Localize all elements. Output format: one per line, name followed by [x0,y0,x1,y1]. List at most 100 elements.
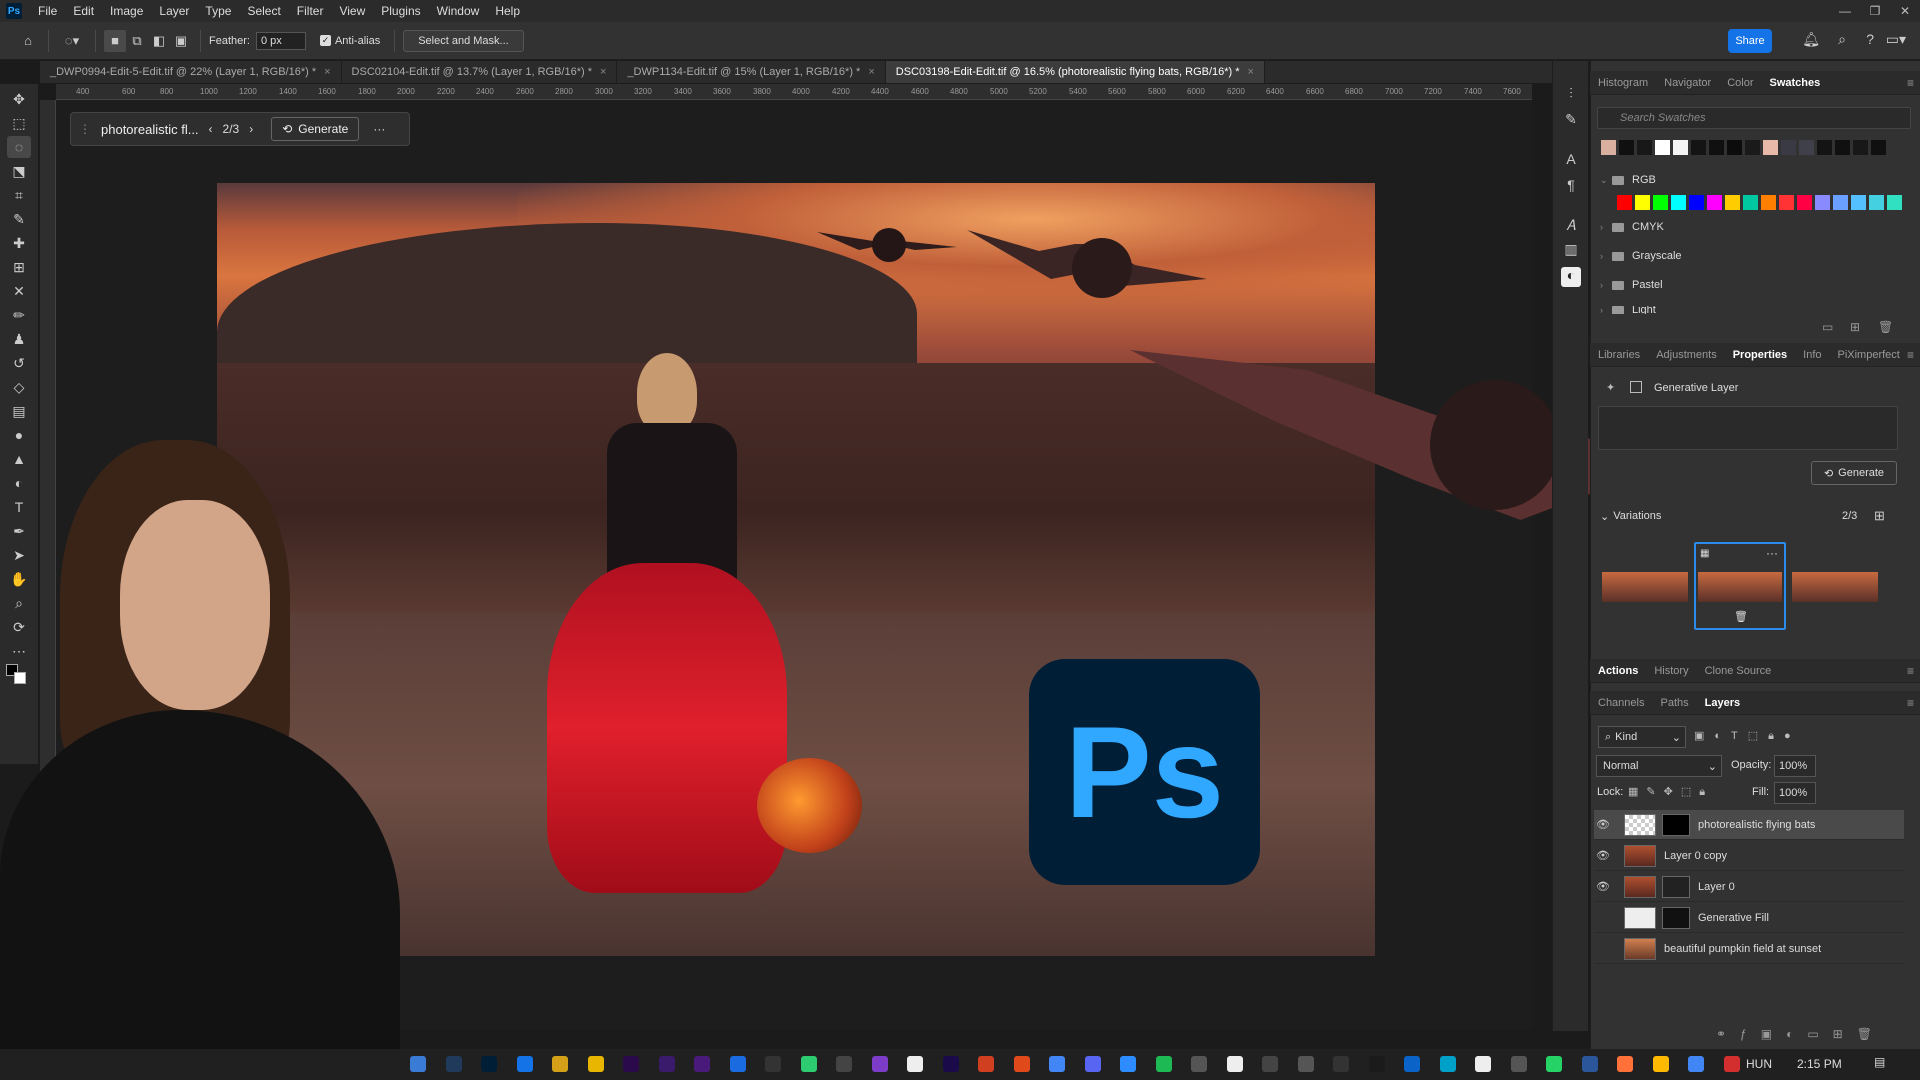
taskbar-app-icon[interactable] [623,1056,639,1072]
menu-view[interactable]: View [331,0,373,22]
eyedropper-tool-icon[interactable]: ✎ [7,208,31,230]
taskbar-app-icon[interactable] [1404,1056,1420,1072]
gradient-tool-icon[interactable]: ▤ [7,400,31,422]
close-tab-icon[interactable]: × [600,66,606,78]
taskbar-app-icon[interactable] [1084,1056,1101,1072]
color-swatch[interactable] [1869,195,1884,210]
more-options-icon[interactable]: ··· [1766,546,1778,560]
color-swatch[interactable] [1617,195,1632,210]
opacity-input[interactable]: 100% [1774,755,1816,777]
taskbar-app-icon[interactable] [1262,1056,1278,1072]
panel-menu-icon[interactable]: ≡ [1907,76,1914,90]
restore-icon[interactable]: ❐ [1860,0,1890,22]
taskbar-app-icon[interactable] [1333,1056,1349,1072]
taskbar-app-icon[interactable] [1226,1056,1243,1072]
notifications-bell-icon[interactable]: 🔔︎ [1802,31,1820,48]
crop-tool-icon[interactable]: ⌗ [7,184,31,206]
layer-mask-thumbnail[interactable] [1662,813,1690,836]
taskbar-app-icon[interactable] [836,1056,852,1072]
layer-mask-thumbnail[interactable] [1662,875,1690,898]
document-tab[interactable]: _DWP0994-Edit-5-Edit.tif @ 22% (Layer 1,… [40,61,342,83]
menu-edit[interactable]: Edit [65,0,102,22]
eye-icon[interactable]: 👁︎ [1594,849,1612,862]
layer-filter-icons[interactable]: ▣◐T⬚🔒︎● [1694,729,1801,743]
tab-swatches[interactable]: Swatches [1762,71,1829,95]
lock-icons[interactable]: ▦✎✥⬚🔒︎ [1628,785,1713,799]
grid-view-icon[interactable]: ⊞ [1874,508,1885,524]
menu-help[interactable]: Help [487,0,528,22]
layer-row[interactable]: 👁︎ photorealistic flying bats [1594,810,1904,840]
generate-button[interactable]: ⟲ Generate [271,117,360,141]
tab-layers[interactable]: Layers [1697,691,1748,715]
color-swatch[interactable] [1709,140,1724,155]
taskbar-app-icon[interactable] [1723,1056,1740,1072]
tab-clone-source[interactable]: Clone Source [1697,659,1780,683]
taskbar-app-icon[interactable] [907,1056,923,1072]
trash-icon[interactable]: 🗑︎ [1734,610,1748,623]
taskbar-app-icon[interactable] [445,1056,462,1072]
variations-header[interactable]: ⌄ Variations [1600,510,1661,523]
color-swatch[interactable] [1781,140,1796,155]
properties-generate-button[interactable]: ⟲ Generate [1811,461,1897,485]
taskbar-app-icon[interactable] [729,1056,746,1072]
taskbar-app-icon[interactable] [1510,1056,1527,1072]
panel-menu-icon[interactable]: ≡ [1907,664,1914,678]
swatch-folder-pastel[interactable]: › Pastel [1600,279,1663,291]
variation-thumbnail[interactable] [1792,572,1878,602]
panel-menu-icon[interactable]: ≡ [1907,348,1914,362]
eye-icon[interactable]: 👁︎ [1594,818,1612,831]
object-selection-tool-icon[interactable]: ⬔ [7,160,31,182]
taskbar-app-icon[interactable] [1652,1056,1669,1072]
clone-stamp-tool-icon[interactable]: ♟ [7,328,31,350]
marquee-tool-icon[interactable]: ⬚ [7,112,31,134]
discover-icon[interactable]: ◐ [1561,267,1581,287]
variation-thumbnail[interactable] [1602,572,1688,602]
glyphs-icon[interactable]: 𝐴 [1561,217,1581,237]
layers-footer-icons[interactable]: ⚭ƒ▣◐▭⊞🗑︎ [1716,1027,1886,1041]
color-swatch[interactable] [1671,195,1686,210]
color-swatch[interactable] [1779,195,1794,210]
new-group-icon[interactable]: ▭ [1822,320,1833,334]
color-swatch[interactable] [1887,195,1902,210]
menu-image[interactable]: Image [102,0,151,22]
menu-type[interactable]: Type [197,0,239,22]
workspace-icon[interactable]: ▭▾ [1886,31,1906,48]
trash-icon[interactable]: 🗑︎ [1878,320,1893,334]
tab-histogram[interactable]: Histogram [1590,71,1656,95]
move-tool-icon[interactable]: ✥ [7,88,31,110]
taskbar-app-icon[interactable] [481,1056,497,1072]
language-indicator[interactable]: HUN [1746,1057,1772,1071]
tab-properties[interactable]: Properties [1725,343,1795,367]
home-icon[interactable]: ⌂ [16,30,40,52]
close-tab-icon[interactable]: × [868,66,874,78]
taskbar-app-icon[interactable] [1439,1056,1456,1072]
tab-paths[interactable]: Paths [1652,691,1696,715]
tab-libraries[interactable]: Libraries [1590,343,1648,367]
taskbar-app-icon[interactable] [1581,1056,1598,1072]
taskbar-app-icon[interactable] [1368,1056,1385,1072]
taskbar-app-icon[interactable] [765,1056,781,1072]
select-and-mask-button[interactable]: Select and Mask... [403,29,524,52]
swatch-folder-light[interactable]: › Light [1600,306,1656,314]
layer-row[interactable]: 👁︎ Layer 0 copy [1594,841,1904,871]
variation-info-icon[interactable]: ▦ [1700,548,1709,559]
plugin-icon[interactable]: ▥ [1561,241,1581,261]
tab-adjustments[interactable]: Adjustments [1648,343,1725,367]
taskbar-app-icon[interactable] [871,1056,888,1072]
tab-channels[interactable]: Channels [1590,691,1652,715]
eraser-tool-icon[interactable]: ◇ [7,376,31,398]
color-swatch[interactable] [1797,195,1812,210]
swatches-search-input[interactable]: Search Swatches [1597,107,1911,129]
notification-center-icon[interactable]: ▤ [1874,1055,1885,1069]
tab-history[interactable]: History [1646,659,1696,683]
taskbar-app-icon[interactable] [1049,1056,1065,1072]
color-swatch[interactable] [1815,195,1830,210]
swatch-folder-grayscale[interactable]: › Grayscale [1600,250,1682,262]
layer-row[interactable]: 👁︎ Layer 0 [1594,872,1904,902]
prompt-textarea[interactable] [1598,406,1898,450]
fill-input[interactable]: 100% [1774,782,1816,804]
tab-piximperfect[interactable]: PiXimperfect [1830,343,1908,367]
adjustments-icon[interactable]: ⫶ [1561,85,1581,105]
prompt-text[interactable]: photorealistic fl... [101,122,199,137]
tab-navigator[interactable]: Navigator [1656,71,1719,95]
